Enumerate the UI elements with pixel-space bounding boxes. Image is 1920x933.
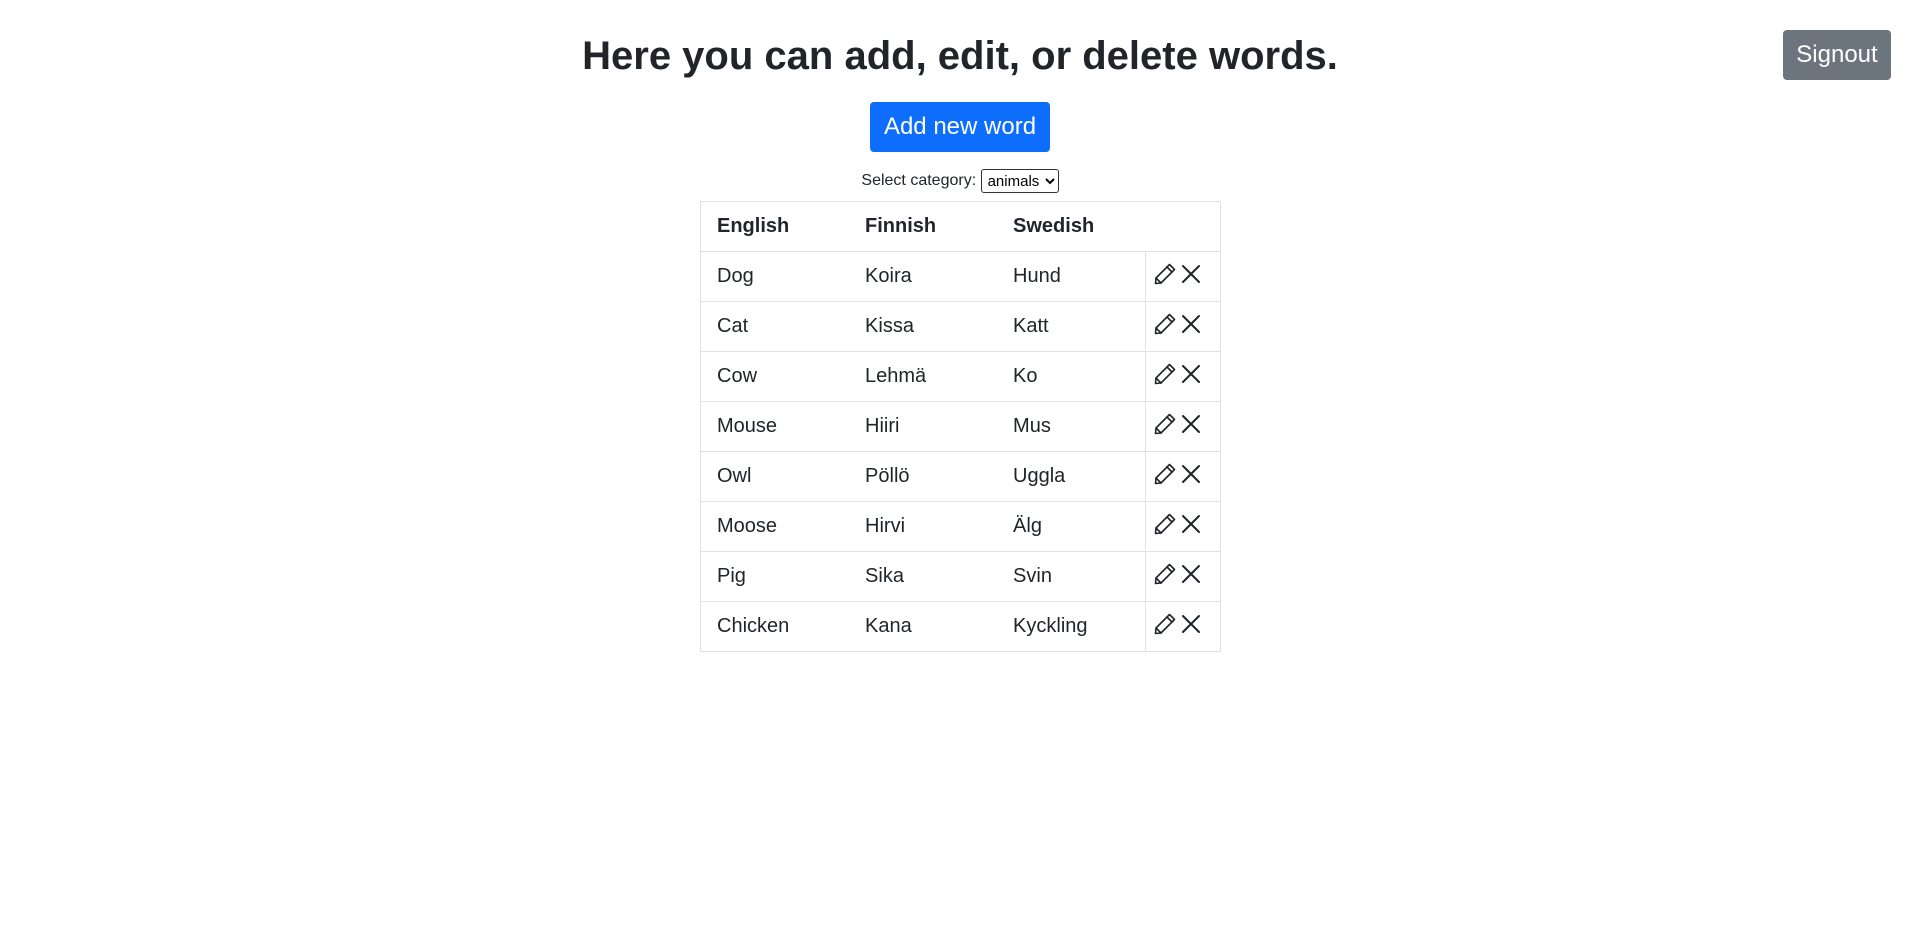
pencil-icon[interactable]: [1152, 261, 1178, 287]
row-actions: [1145, 451, 1221, 502]
table-row: Dog Koira Hund: [700, 251, 1221, 302]
row-actions: [1145, 601, 1221, 652]
cell-finnish: Lehmä: [849, 351, 998, 402]
cell-swedish: Älg: [997, 501, 1146, 552]
close-icon[interactable]: [1178, 361, 1204, 387]
cell-finnish: Koira: [849, 251, 998, 302]
close-icon[interactable]: [1178, 611, 1204, 637]
table-head: English Finnish Swedish: [700, 201, 1221, 252]
close-icon[interactable]: [1178, 311, 1204, 337]
pencil-icon[interactable]: [1152, 561, 1178, 587]
row-actions: [1145, 501, 1221, 552]
signout-button[interactable]: Signout: [1783, 30, 1891, 80]
cell-finnish: Hirvi: [849, 501, 998, 552]
cell-swedish: Kyckling: [997, 601, 1146, 652]
table-body: Dog Koira Hund Cat Kissa Katt Cow Lehmä …: [700, 251, 1221, 652]
cell-swedish: Mus: [997, 401, 1146, 452]
cell-swedish: Svin: [997, 551, 1146, 602]
table-row: Owl Pöllö Uggla: [700, 451, 1221, 502]
close-icon[interactable]: [1178, 511, 1204, 537]
table-row: Cat Kissa Katt: [700, 301, 1221, 352]
row-actions: [1145, 351, 1221, 402]
column-header-english: English: [700, 201, 850, 252]
category-selector: Select category: animals: [0, 169, 1920, 193]
pencil-icon[interactable]: [1152, 411, 1178, 437]
cell-swedish: Ko: [997, 351, 1146, 402]
category-select[interactable]: animals: [980, 169, 1059, 193]
page-title: Here you can add, edit, or delete words.: [582, 34, 1338, 78]
table-row: Moose Hirvi Älg: [700, 501, 1221, 552]
column-header-finnish: Finnish: [849, 201, 998, 252]
cell-english: Cow: [700, 351, 850, 402]
table-row: Cow Lehmä Ko: [700, 351, 1221, 402]
cell-swedish: Uggla: [997, 451, 1146, 502]
cell-english: Chicken: [700, 601, 850, 652]
column-header-swedish: Swedish: [997, 201, 1146, 252]
cell-swedish: Hund: [997, 251, 1146, 302]
row-actions: [1145, 551, 1221, 602]
table-row: Mouse Hiiri Mus: [700, 401, 1221, 452]
add-new-word-button[interactable]: Add new word: [870, 102, 1050, 152]
close-icon[interactable]: [1178, 461, 1204, 487]
row-actions: [1145, 251, 1221, 302]
close-icon[interactable]: [1178, 411, 1204, 437]
cell-finnish: Kana: [849, 601, 998, 652]
column-header-actions: [1145, 201, 1221, 252]
table-row: Chicken Kana Kyckling: [700, 601, 1221, 652]
cell-finnish: Kissa: [849, 301, 998, 352]
cell-english: Dog: [700, 251, 850, 302]
cell-finnish: Pöllö: [849, 451, 998, 502]
cell-english: Mouse: [700, 401, 850, 452]
words-table: English Finnish Swedish Dog Koira Hund C…: [700, 201, 1221, 652]
table-header-row: English Finnish Swedish: [700, 201, 1221, 252]
cell-english: Owl: [700, 451, 850, 502]
cell-finnish: Sika: [849, 551, 998, 602]
cell-english: Moose: [700, 501, 850, 552]
cell-swedish: Katt: [997, 301, 1146, 352]
category-label: Select category:: [861, 172, 977, 190]
row-actions: [1145, 401, 1221, 452]
table-row: Pig Sika Svin: [700, 551, 1221, 602]
cell-finnish: Hiiri: [849, 401, 998, 452]
close-icon[interactable]: [1178, 561, 1204, 587]
cell-english: Cat: [700, 301, 850, 352]
pencil-icon[interactable]: [1152, 361, 1178, 387]
row-actions: [1145, 301, 1221, 352]
close-icon[interactable]: [1178, 261, 1204, 287]
pencil-icon[interactable]: [1152, 511, 1178, 537]
cell-english: Pig: [700, 551, 850, 602]
pencil-icon[interactable]: [1152, 461, 1178, 487]
pencil-icon[interactable]: [1152, 611, 1178, 637]
pencil-icon[interactable]: [1152, 311, 1178, 337]
page: Here you can add, edit, or delete words.…: [0, 0, 1920, 933]
